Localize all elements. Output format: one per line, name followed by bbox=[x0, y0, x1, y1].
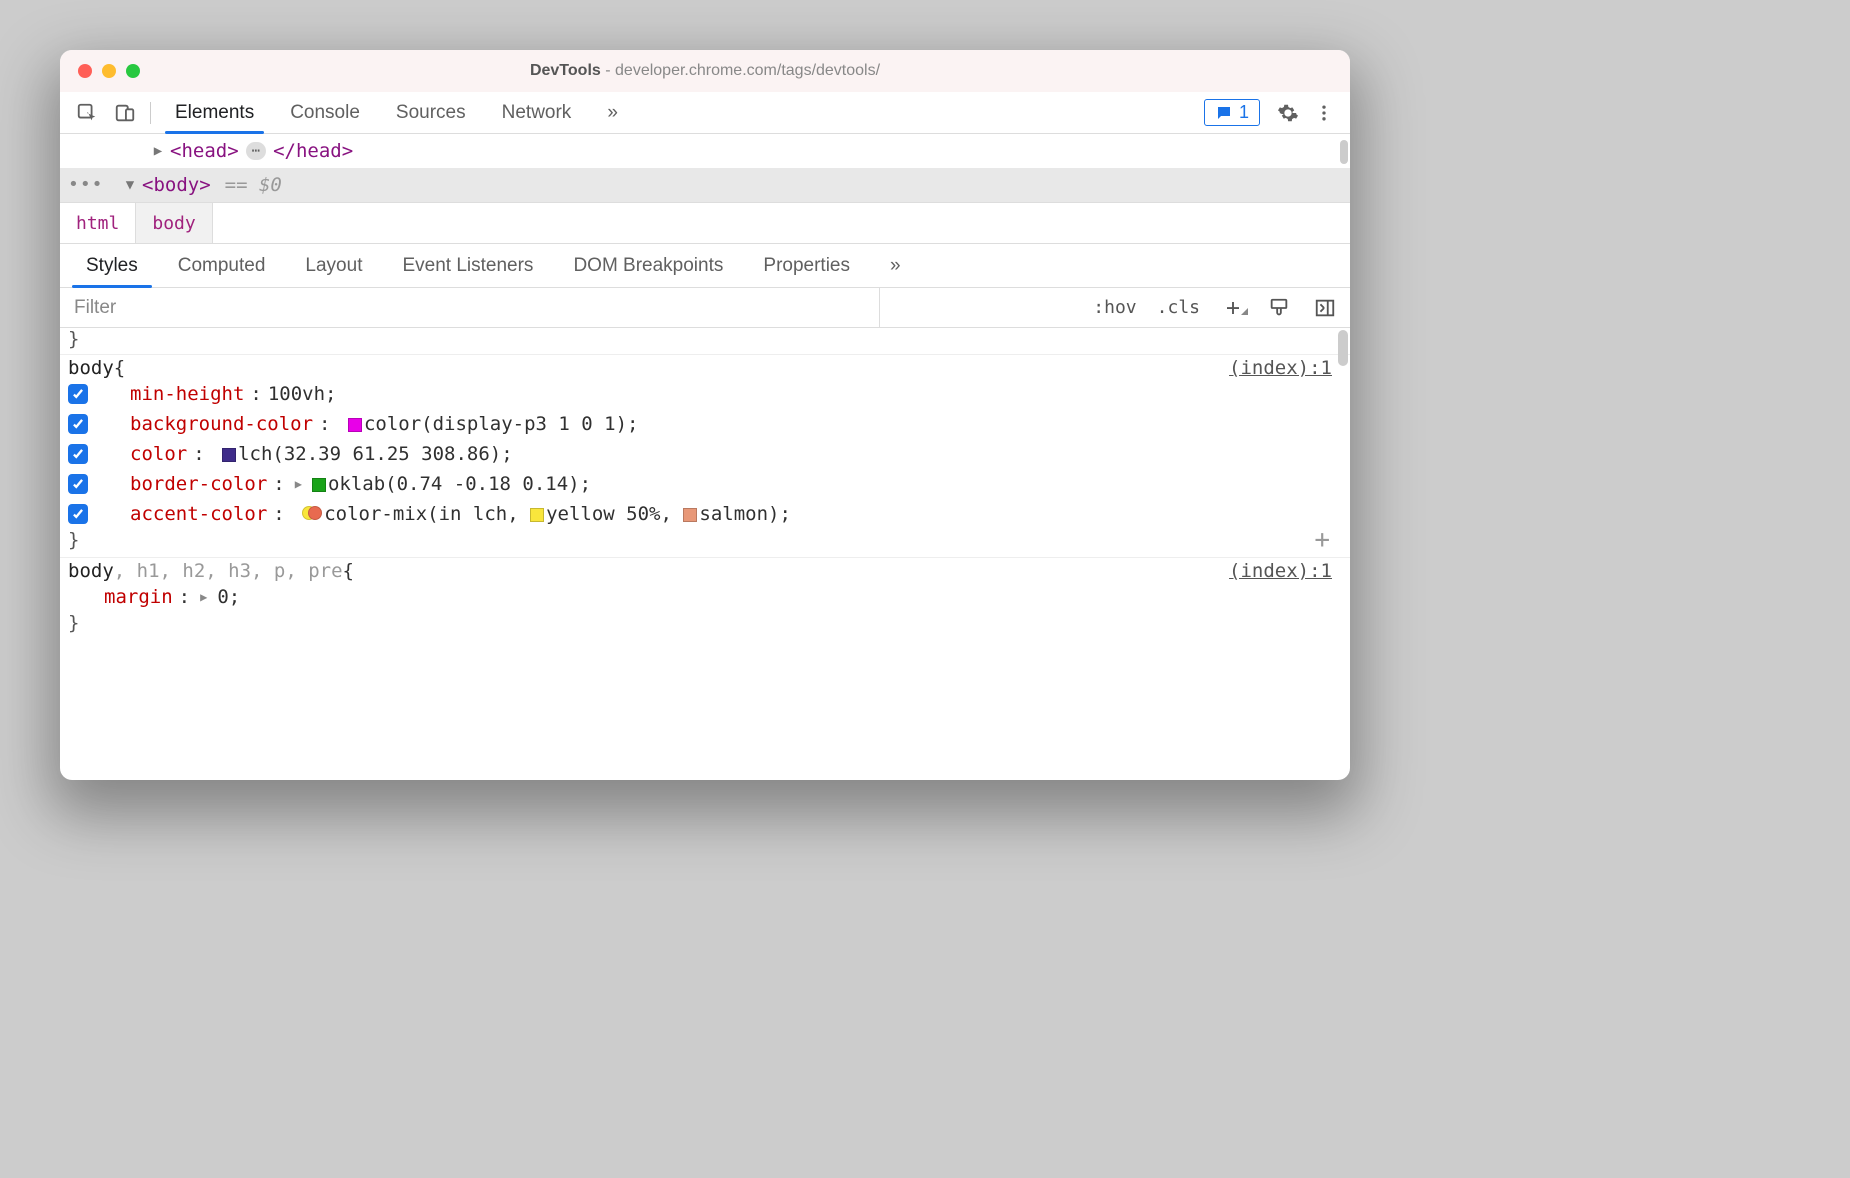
decl-color[interactable]: color: lch(32.39 61.25 308.86); bbox=[68, 439, 1350, 469]
kebab-menu-icon[interactable] bbox=[1306, 103, 1342, 123]
subtab-styles[interactable]: Styles bbox=[66, 244, 158, 287]
prop-name[interactable]: color bbox=[130, 439, 187, 469]
style-rule-body-h1[interactable]: (index):1 body, h1, h2, h3, p, pre { mar… bbox=[60, 558, 1350, 636]
prop-name[interactable]: border-color bbox=[130, 469, 267, 499]
prop-value[interactable]: color-mix(in lch, yellow 50%, salmon); bbox=[291, 499, 791, 529]
color-swatch-icon[interactable] bbox=[222, 448, 236, 462]
minimize-window-button[interactable] bbox=[102, 64, 116, 78]
rule-selector-line[interactable]: body, h1, h2, h3, p, pre { bbox=[68, 560, 1350, 582]
color-mix-swatch-icon[interactable] bbox=[302, 506, 320, 522]
decl-background-color[interactable]: background-color: color(display-p3 1 0 1… bbox=[68, 409, 1350, 439]
selector-text: body, h1, h2, h3, p, pre bbox=[68, 560, 343, 582]
rule-close-brace: } bbox=[68, 612, 1350, 634]
computed-sidebar-icon[interactable] bbox=[1308, 297, 1342, 319]
property-checkbox[interactable] bbox=[68, 474, 88, 494]
devtools-window: DevTools - developer.chrome.com/tags/dev… bbox=[60, 50, 1350, 780]
color-swatch-icon[interactable] bbox=[683, 508, 697, 522]
zoom-window-button[interactable] bbox=[126, 64, 140, 78]
prop-name[interactable]: accent-color bbox=[130, 499, 267, 529]
main-toolbar: Elements Console Sources Network » 1 bbox=[60, 92, 1350, 134]
paint-brush-icon[interactable] bbox=[1262, 297, 1296, 319]
selected-node-marker: == $0 bbox=[225, 174, 282, 196]
close-window-button[interactable] bbox=[78, 64, 92, 78]
tab-elements[interactable]: Elements bbox=[157, 92, 272, 133]
expand-shorthand-icon[interactable]: ▶ bbox=[200, 582, 207, 612]
dom-node-body[interactable]: ▼ <body> == $0 bbox=[60, 168, 1350, 202]
window-title-url: developer.chrome.com/tags/devtools/ bbox=[615, 62, 880, 79]
property-checkbox[interactable] bbox=[68, 414, 88, 434]
subtab-event-listeners[interactable]: Event Listeners bbox=[382, 244, 553, 287]
stray-brace: } bbox=[60, 328, 1350, 350]
decl-border-color[interactable]: border-color: ▶ oklab(0.74 -0.18 0.14); bbox=[68, 469, 1350, 499]
separator bbox=[150, 102, 151, 124]
crumb-body[interactable]: body bbox=[136, 203, 212, 243]
tab-sources[interactable]: Sources bbox=[378, 92, 484, 133]
sidebar-tabs: Styles Computed Layout Event Listeners D… bbox=[60, 244, 1350, 288]
issues-count: 1 bbox=[1239, 102, 1249, 123]
expand-shorthand-icon[interactable]: ▶ bbox=[295, 469, 302, 499]
tab-console[interactable]: Console bbox=[272, 92, 378, 133]
color-swatch-icon[interactable] bbox=[348, 418, 362, 432]
source-link[interactable]: (index):1 bbox=[1229, 357, 1332, 379]
expand-triangle-icon[interactable]: ▶ bbox=[150, 143, 166, 159]
titlebar: DevTools - developer.chrome.com/tags/dev… bbox=[60, 50, 1350, 92]
rule-close-brace: } bbox=[68, 529, 1350, 551]
property-checkbox[interactable] bbox=[68, 384, 88, 404]
filter-input[interactable] bbox=[60, 288, 880, 327]
decl-accent-color[interactable]: accent-color: color-mix(in lch, yellow 5… bbox=[68, 499, 1350, 529]
color-swatch-icon[interactable] bbox=[312, 478, 326, 492]
tabs-overflow[interactable]: » bbox=[589, 92, 636, 133]
dom-breadcrumbs: html body bbox=[60, 202, 1350, 244]
dom-node-head[interactable]: ▶ <head> ⋯ </head> bbox=[60, 134, 1350, 168]
prop-value[interactable]: lch(32.39 61.25 308.86); bbox=[211, 439, 513, 469]
styles-filter-bar: :hov .cls bbox=[60, 288, 1350, 328]
dom-tag-open: <head> bbox=[170, 140, 239, 162]
subtab-properties[interactable]: Properties bbox=[743, 244, 870, 287]
traffic-lights bbox=[78, 64, 140, 78]
settings-icon[interactable] bbox=[1270, 102, 1306, 124]
scrollbar[interactable] bbox=[1340, 140, 1348, 164]
main-tabs: Elements Console Sources Network » bbox=[157, 92, 636, 133]
dom-tag: <body> bbox=[142, 174, 211, 196]
style-rule-body[interactable]: (index):1 body { min-height: 100vh; back… bbox=[60, 355, 1350, 553]
styles-pane[interactable]: } (index):1 body { min-height: 100vh; ba… bbox=[60, 328, 1350, 780]
color-swatch-icon[interactable] bbox=[530, 508, 544, 522]
crumb-html[interactable]: html bbox=[60, 203, 136, 243]
decl-min-height[interactable]: min-height: 100vh; bbox=[68, 379, 1350, 409]
dom-tree[interactable]: ▶ <head> ⋯ </head> ••• ▼ <body> == $0 bbox=[60, 134, 1350, 202]
inspect-element-icon[interactable] bbox=[68, 102, 106, 124]
dom-ellipsis-icon[interactable]: ⋯ bbox=[246, 142, 266, 160]
dom-tag-close: </head> bbox=[273, 140, 353, 162]
cls-toggle[interactable]: .cls bbox=[1153, 297, 1204, 318]
device-toggle-icon[interactable] bbox=[106, 102, 144, 124]
issues-badge[interactable]: 1 bbox=[1204, 99, 1260, 126]
hov-toggle[interactable]: :hov bbox=[1089, 297, 1140, 318]
subtabs-overflow[interactable]: » bbox=[870, 244, 921, 287]
rule-selector-line[interactable]: body { bbox=[68, 357, 1350, 379]
subtab-computed[interactable]: Computed bbox=[158, 244, 286, 287]
source-link[interactable]: (index):1 bbox=[1229, 560, 1332, 582]
prop-name[interactable]: background-color bbox=[130, 409, 313, 439]
subtab-dom-breakpoints[interactable]: DOM Breakpoints bbox=[553, 244, 743, 287]
selector-text: body bbox=[68, 357, 114, 379]
insert-rule-icon[interactable]: + bbox=[1314, 525, 1330, 555]
prop-name[interactable]: margin bbox=[104, 582, 173, 612]
prop-value[interactable]: 0; bbox=[217, 582, 240, 612]
prop-value[interactable]: color(display-p3 1 0 1); bbox=[336, 409, 638, 439]
prop-value[interactable]: oklab(0.74 -0.18 0.14); bbox=[312, 469, 591, 499]
window-title-app: DevTools bbox=[530, 62, 601, 79]
collapse-triangle-icon[interactable]: ▼ bbox=[122, 177, 138, 193]
property-checkbox[interactable] bbox=[68, 504, 88, 524]
property-checkbox[interactable] bbox=[68, 444, 88, 464]
decl-margin[interactable]: margin: ▶ 0; bbox=[68, 582, 1350, 612]
window-title: DevTools - developer.chrome.com/tags/dev… bbox=[530, 62, 880, 80]
prop-name[interactable]: min-height bbox=[130, 379, 244, 409]
subtab-layout[interactable]: Layout bbox=[285, 244, 382, 287]
new-style-rule-icon[interactable] bbox=[1216, 299, 1250, 317]
tab-network[interactable]: Network bbox=[484, 92, 590, 133]
row-actions-icon[interactable]: ••• bbox=[68, 174, 104, 195]
prop-value[interactable]: 100vh; bbox=[268, 379, 337, 409]
